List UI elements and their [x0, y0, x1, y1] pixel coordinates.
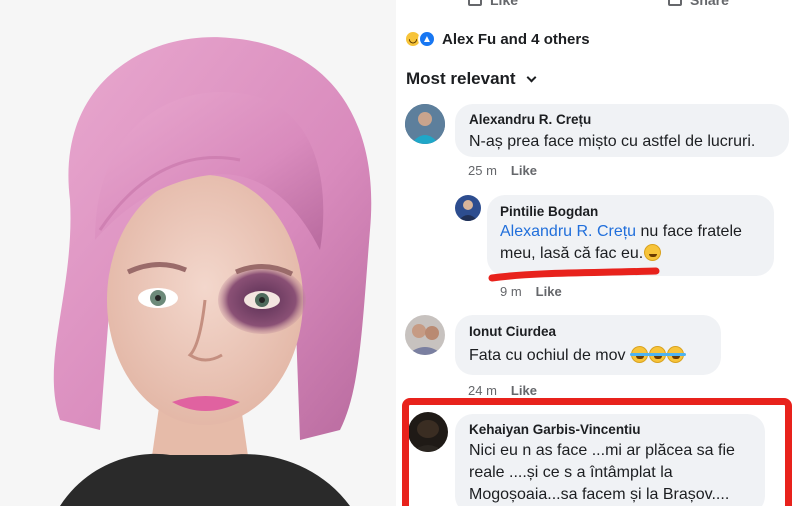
sort-label: Most relevant	[406, 69, 516, 88]
comment-text-line: reale ....și ce s a întâmplat la	[469, 464, 673, 481]
comment-author[interactable]: Kehaiyan Garbis-Vincentiu	[469, 422, 641, 437]
profile-photo[interactable]	[0, 0, 396, 506]
avatar[interactable]	[455, 195, 481, 221]
comment-text-line: Fata cu ochiul de mov	[469, 347, 626, 364]
comment-text: Fata cu ochiul de mov	[469, 345, 686, 367]
mention-link[interactable]: Alexandru R. Crețu	[500, 223, 636, 240]
comment-like-button[interactable]: Like	[536, 284, 562, 299]
user-avatar-image	[408, 412, 448, 452]
user-avatar-image	[455, 195, 481, 221]
rolling-laughing-emoji-icon	[647, 346, 668, 363]
share-post-label: Share	[690, 0, 729, 8]
comment-text-line: Nici eu n as face ...mi ar plăcea sa fie	[469, 442, 735, 459]
comment-text: N-aș prea face mișto cu astfel de lucrur…	[469, 133, 756, 150]
reactions-summary[interactable]: ◡ ▲ Alex Fu and 4 others	[404, 28, 590, 50]
share-post-button[interactable]: Share	[668, 0, 729, 8]
rolling-laughing-emoji-icon	[665, 346, 686, 363]
comment-meta: 25 m Like	[468, 163, 537, 178]
comment-time[interactable]: 25 m	[468, 163, 497, 178]
comment-meta: 24 m Like	[468, 383, 537, 398]
like-post-button[interactable]: Like	[468, 0, 518, 8]
comment-text-line: meu, lasă că fac eu.	[500, 245, 644, 262]
avatar[interactable]	[405, 104, 445, 144]
comment-text: Nici eu n as face ...mi ar plăcea sa fie…	[469, 440, 769, 506]
comment-author[interactable]: Ionut Ciurdea	[469, 324, 556, 339]
avatar[interactable]	[408, 412, 448, 452]
comment-time[interactable]: 9 m	[500, 284, 522, 299]
chevron-down-icon	[526, 72, 537, 82]
reactions-count-text[interactable]: Alex Fu and 4 others	[442, 31, 590, 48]
smile-emoji-icon	[644, 244, 662, 261]
thumbs-up-icon	[468, 0, 482, 7]
like-post-label: Like	[490, 0, 519, 8]
comment-meta: 9 m Like	[500, 284, 562, 299]
rolling-laughing-emoji-icon	[629, 346, 650, 363]
user-avatar-image	[405, 104, 445, 144]
comment-like-button[interactable]: Like	[511, 163, 537, 178]
post-action-bar: Like Share	[396, 0, 800, 8]
woman-portrait-image	[0, 0, 396, 506]
comment-text-line: Mogoșoaia...sa facem și la Brașov....	[469, 486, 730, 503]
user-avatar-image	[405, 315, 445, 355]
comment-text-line: nu face fratele	[636, 223, 742, 240]
comment-text: Alexandru R. Crețu nu face fratele meu, …	[500, 221, 770, 265]
comment-author[interactable]: Pintilie Bogdan	[500, 204, 598, 219]
comment-time[interactable]: 24 m	[468, 383, 497, 398]
like-reaction-icon: ▲	[418, 30, 436, 48]
share-arrow-icon	[668, 0, 682, 7]
avatar[interactable]	[405, 315, 445, 355]
comment-sort-dropdown[interactable]: Most relevant	[406, 68, 537, 90]
comments-panel: Like Share ◡ ▲ Alex Fu and 4 others Most…	[396, 0, 800, 506]
comment-author[interactable]: Alexandru R. Crețu	[469, 112, 591, 127]
comment-like-button[interactable]: Like	[511, 383, 537, 398]
